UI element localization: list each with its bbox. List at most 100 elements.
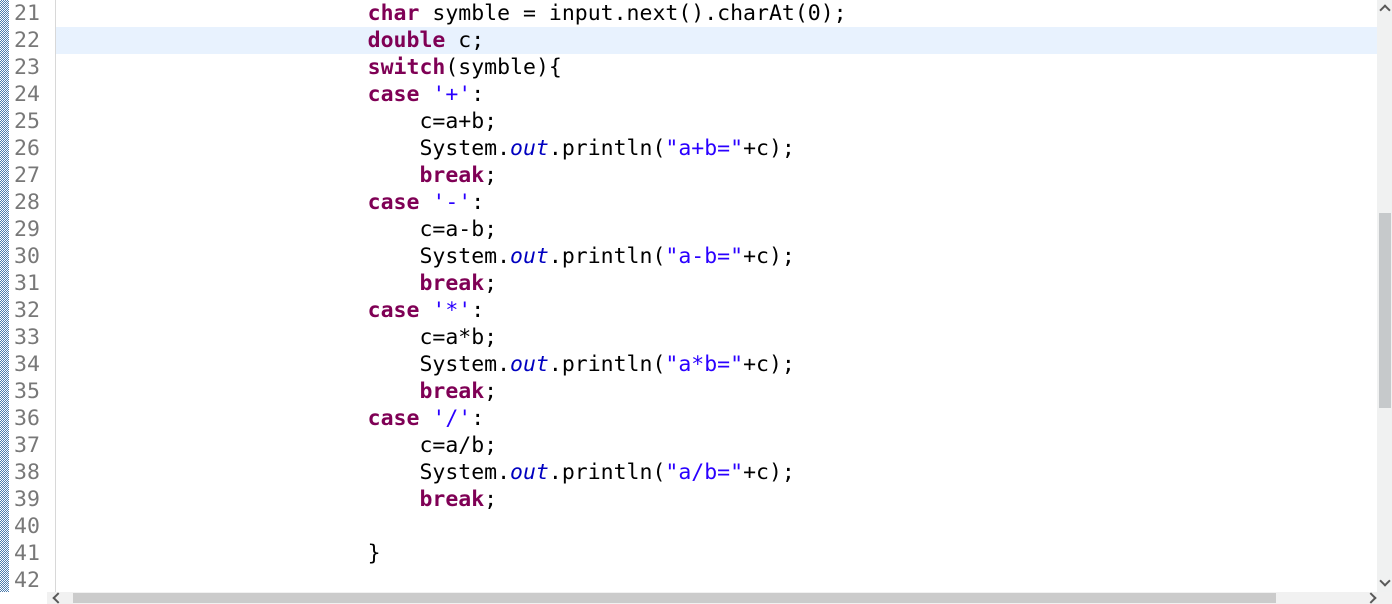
code-segment-field: out [510,136,549,161]
code-line[interactable]: 24 case '+': [9,81,1377,108]
code-line[interactable]: 41 } [9,540,1377,567]
line-number[interactable]: 31 [9,270,56,297]
marker-strip [0,0,9,592]
code-text[interactable]: case '-': [56,189,1377,216]
code-segment-plain: ; [484,163,498,188]
line-number[interactable]: 29 [9,216,56,243]
code-segment-plain: c=a+b; [419,109,498,134]
line-number[interactable]: 37 [9,432,56,459]
scroll-down-icon[interactable] [1379,575,1391,587]
line-number[interactable]: 23 [9,54,56,81]
code-text[interactable]: case '+': [56,81,1377,108]
line-number[interactable]: 24 [9,81,56,108]
code-line[interactable]: 25 c=a+b; [9,108,1377,135]
code-segment-plain: +c); [743,460,795,485]
code-line[interactable]: 35 break; [9,378,1377,405]
code-text[interactable]: c=a+b; [56,108,1377,135]
code-line[interactable]: 42 [9,567,1377,592]
vertical-scrollbar-thumb[interactable] [1379,213,1391,408]
code-text[interactable]: } [56,540,1377,567]
horizontal-scrollbar[interactable] [47,592,1392,604]
line-number[interactable]: 22 [9,27,56,54]
line-number[interactable]: 28 [9,189,56,216]
line-number[interactable]: 40 [9,513,56,540]
code-segment-plain: } [367,541,381,566]
code-text[interactable]: c=a*b; [56,324,1377,351]
code-line[interactable]: 32 case '*': [9,297,1377,324]
code-line[interactable]: 31 break; [9,270,1377,297]
code-line[interactable]: 29 c=a-b; [9,216,1377,243]
code-text[interactable]: break; [56,486,1377,513]
code-segment-literal: '-' [432,190,472,215]
code-line[interactable]: 39 break; [9,486,1377,513]
code-line[interactable]: 37 c=a/b; [9,432,1377,459]
code-line[interactable]: 33 c=a*b; [9,324,1377,351]
code-segment-plain: symble = input.next().charAt(0); [419,1,847,26]
line-number[interactable]: 26 [9,135,56,162]
code-text[interactable]: System.out.println("a+b="+c); [56,135,1377,162]
code-text[interactable]: switch(symble){ [56,54,1377,81]
code-text[interactable]: break; [56,378,1377,405]
code-segment-plain: System. [419,136,511,161]
line-number[interactable]: 27 [9,162,56,189]
code-segment-keyword: case [367,190,420,215]
line-number[interactable]: 21 [9,0,56,27]
code-line[interactable]: 22 double c; [9,27,1377,54]
editor-content: 21 char symble = input.next().charAt(0);… [0,0,1377,592]
code-text[interactable]: double c; [56,27,1377,54]
code-line[interactable]: 21 char symble = input.next().charAt(0); [9,0,1377,27]
code-text[interactable] [56,567,1377,592]
line-number[interactable]: 42 [9,567,56,592]
code-line[interactable]: 40 [9,513,1377,540]
code-text[interactable]: break; [56,270,1377,297]
code-segment-literal: "a-b=" [665,244,744,269]
code-line[interactable]: 26 System.out.println("a+b="+c); [9,135,1377,162]
code-segment-keyword: char [367,1,420,26]
code-text[interactable]: char symble = input.next().charAt(0); [56,0,1377,27]
code-text[interactable]: c=a/b; [56,432,1377,459]
line-number[interactable]: 34 [9,351,56,378]
code-text[interactable]: case '*': [56,297,1377,324]
code-text[interactable]: break; [56,162,1377,189]
scroll-up-icon[interactable] [1379,4,1391,16]
code-segment-plain: .println( [548,460,666,485]
code-text[interactable]: System.out.println("a*b="+c); [56,351,1377,378]
code-line[interactable]: 28 case '-': [9,189,1377,216]
code-line[interactable]: 34 System.out.println("a*b="+c); [9,351,1377,378]
code-segment-plain: +c); [743,136,795,161]
code-segment-literal: '/' [432,406,472,431]
line-number[interactable]: 41 [9,540,56,567]
scroll-left-icon[interactable] [52,592,64,604]
line-number[interactable]: 38 [9,459,56,486]
code-segment-literal: '+' [432,82,472,107]
code-segment-plain: .println( [548,244,666,269]
code-segment-plain: : [471,82,485,107]
line-number[interactable]: 25 [9,108,56,135]
line-number[interactable]: 35 [9,378,56,405]
code-line[interactable]: 27 break; [9,162,1377,189]
code-segment-plain: : [471,190,485,215]
code-line[interactable]: 23 switch(symble){ [9,54,1377,81]
code-text[interactable] [56,513,1377,540]
line-number[interactable]: 36 [9,405,56,432]
line-number[interactable]: 39 [9,486,56,513]
code-segment-literal: '*' [432,298,472,323]
line-number[interactable]: 32 [9,297,56,324]
code-segment-field: out [510,352,549,377]
scroll-right-icon[interactable] [1365,592,1377,604]
code-segment-keyword: case [367,298,420,323]
code-segment-plain: ; [484,487,498,512]
horizontal-scrollbar-thumb[interactable] [73,593,1276,603]
code-text[interactable]: case '/': [56,405,1377,432]
code-segment-plain: System. [419,460,511,485]
code-text[interactable]: System.out.println("a/b="+c); [56,459,1377,486]
code-segment-literal: "a+b=" [665,136,744,161]
line-number[interactable]: 30 [9,243,56,270]
vertical-scrollbar[interactable] [1377,0,1392,604]
code-text[interactable]: c=a-b; [56,216,1377,243]
code-line[interactable]: 36 case '/': [9,405,1377,432]
code-line[interactable]: 30 System.out.println("a-b="+c); [9,243,1377,270]
code-line[interactable]: 38 System.out.println("a/b="+c); [9,459,1377,486]
code-text[interactable]: System.out.println("a-b="+c); [56,243,1377,270]
line-number[interactable]: 33 [9,324,56,351]
